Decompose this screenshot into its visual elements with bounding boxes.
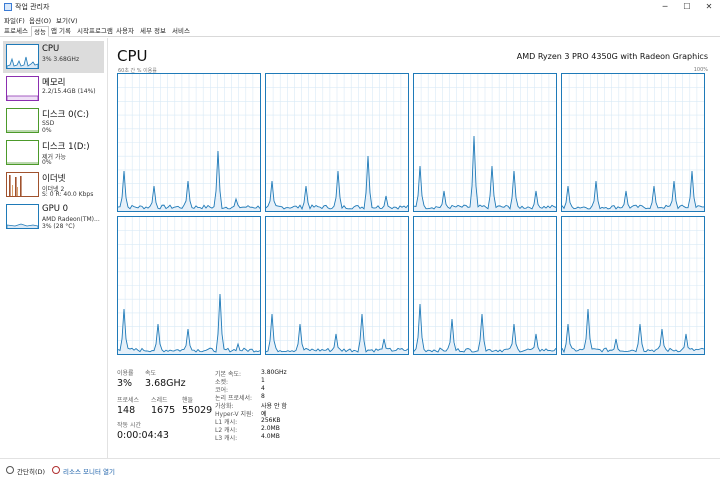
usage-value: 3% <box>117 378 133 389</box>
sidebar-sub: 3% 3.68GHz <box>42 56 80 63</box>
sidebar-sub2: 0% <box>42 159 52 166</box>
tab-app-history[interactable]: 앱 기록 <box>49 26 73 37</box>
uptime-value: 0:00:04:43 <box>117 430 169 441</box>
menu-options[interactable]: 옵션(O) <box>29 15 51 25</box>
sidebar-name: GPU 0 <box>42 204 69 214</box>
sidebar-sub: AMD Radeon(TM)... <box>42 216 100 223</box>
spec-value: 2.0MB <box>261 425 280 432</box>
speed-value: 3.68GHz <box>145 378 186 389</box>
threads-label: 스레드 <box>151 397 168 404</box>
tab-users[interactable]: 사용자 <box>114 26 136 37</box>
sidebar-sub2: 0% <box>42 127 52 134</box>
logical-processor-graphs <box>117 73 713 395</box>
minimize-button[interactable]: ─ <box>654 0 676 14</box>
sidebar-name: 메모리 <box>42 78 66 88</box>
spec-value: 256KB <box>261 417 281 424</box>
tab-details[interactable]: 세부 정보 <box>138 26 168 37</box>
processes-label: 프로세스 <box>117 397 140 404</box>
window-title: 작업 관리자 <box>15 3 50 11</box>
usage-label: 이용률 <box>117 370 134 377</box>
processes-value: 148 <box>117 405 136 416</box>
gpu-thumbnail-graph <box>6 204 39 229</box>
core-graph <box>561 216 705 355</box>
core-graph <box>265 216 409 355</box>
speed-label: 속도 <box>145 370 157 377</box>
spec-value: 4 <box>261 385 265 392</box>
disk0-thumbnail-graph <box>6 108 39 133</box>
menu-view[interactable]: 보기(V) <box>56 15 77 25</box>
sidebar-sub: 2.2/15.4GB (14%) <box>42 88 96 95</box>
bottom-bar: 간단히(D) 리소스 모니터 열기 <box>0 458 720 484</box>
core-graph <box>265 73 409 212</box>
resource-sidebar: CPU 3% 3.68GHz 메모리 2.2/15.4GB (14%) 디스크 … <box>0 38 108 458</box>
sidebar-sub2: 3% (28 °C) <box>42 223 75 230</box>
sidebar-item-cpu[interactable]: CPU 3% 3.68GHz <box>3 41 104 73</box>
spec-value: 4.0MB <box>261 433 280 440</box>
core-graph <box>413 73 557 212</box>
cpu-thumbnail-graph <box>6 44 39 69</box>
chevron-up-icon[interactable] <box>6 466 14 474</box>
tab-processes[interactable]: 프로세스 <box>2 26 30 37</box>
menu-bar: 파일(F) 옵션(O) 보기(V) <box>0 14 720 25</box>
close-button[interactable]: ✕ <box>698 0 720 14</box>
core-graph <box>117 73 261 212</box>
task-manager-icon <box>4 3 12 11</box>
core-graph <box>413 216 557 355</box>
spec-label: L3 캐시: <box>215 435 238 442</box>
sidebar-item-disk1[interactable]: 디스크 1(D:) 제거 가능 0% <box>3 137 104 169</box>
title-bar: 작업 관리자 ─ ☐ ✕ <box>0 0 720 14</box>
sidebar-sub2: S: 0 R: 40.0 Kbps <box>42 191 94 198</box>
page-title: CPU <box>117 47 148 65</box>
disk1-thumbnail-graph <box>6 140 39 165</box>
resource-monitor-icon <box>52 466 60 474</box>
maximize-button[interactable]: ☐ <box>676 0 698 14</box>
handles-value: 55029 <box>182 405 213 416</box>
ethernet-thumbnail-graph <box>6 172 39 197</box>
sidebar-item-ethernet[interactable]: 이더넷 이더넷 2 S: 0 R: 40.0 Kbps <box>3 169 104 201</box>
menu-file[interactable]: 파일(F) <box>4 15 25 25</box>
sidebar-item-disk0[interactable]: 디스크 0(C:) SSD 0% <box>3 105 104 137</box>
tab-services[interactable]: 서비스 <box>170 26 192 37</box>
handles-label: 핸들 <box>182 397 194 404</box>
spec-value: 1 <box>261 377 265 384</box>
spec-value: 3.80GHz <box>261 369 287 376</box>
tab-startup[interactable]: 시작프로그램 <box>75 26 115 37</box>
tab-bar: 프로세스 성능 앱 기록 시작프로그램 사용자 세부 정보 서비스 <box>0 25 720 37</box>
open-resource-monitor-link[interactable]: 리소스 모니터 열기 <box>63 466 115 476</box>
sidebar-name: CPU <box>42 44 60 54</box>
core-graph <box>117 216 261 355</box>
fewer-details-link[interactable]: 간단히(D) <box>17 466 45 476</box>
sidebar-name: 디스크 1(D:) <box>42 142 90 152</box>
tab-performance[interactable]: 성능 <box>31 26 49 37</box>
sidebar-sub: SSD <box>42 120 55 127</box>
core-graph <box>561 73 705 212</box>
sidebar-item-gpu[interactable]: GPU 0 AMD Radeon(TM)... 3% (28 °C) <box>3 201 104 233</box>
threads-value: 1675 <box>151 405 176 416</box>
cpu-stats: 이용률 3% 속도 3.68GHz 프로세스 148 스레드 1675 핸들 5… <box>117 368 707 458</box>
spec-value: 8 <box>261 393 265 400</box>
performance-panel: CPU AMD Ryzen 3 PRO 4350G with Radeon Gr… <box>112 38 716 458</box>
sidebar-item-memory[interactable]: 메모리 2.2/15.4GB (14%) <box>3 73 104 105</box>
sidebar-name: 이더넷 <box>42 174 66 184</box>
sidebar-name: 디스크 0(C:) <box>42 110 90 120</box>
cpu-model-name: AMD Ryzen 3 PRO 4350G with Radeon Graphi… <box>516 52 708 61</box>
uptime-label: 작동 시간 <box>117 422 141 429</box>
memory-thumbnail-graph <box>6 76 39 101</box>
